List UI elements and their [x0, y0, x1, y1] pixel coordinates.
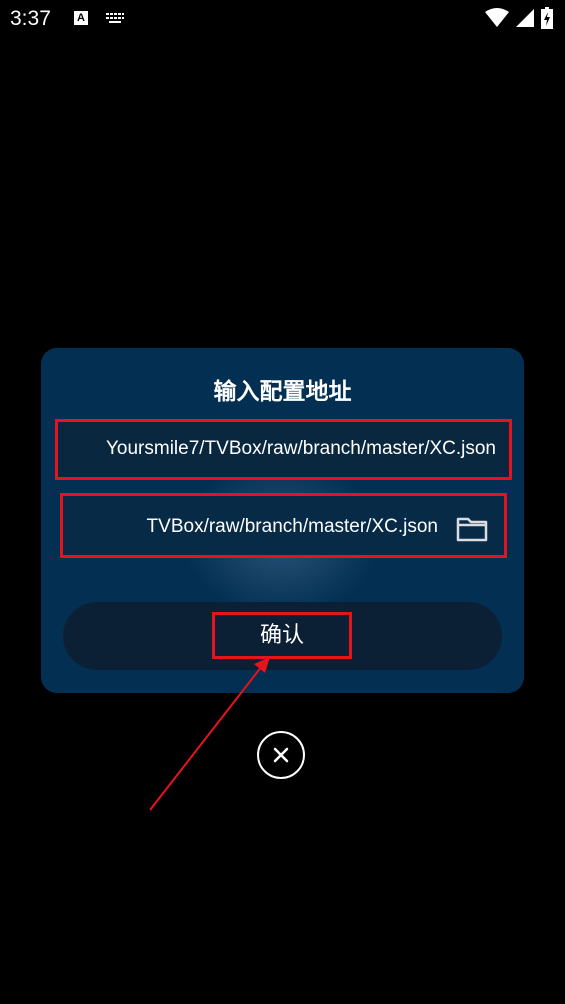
keyboard-icon [106, 13, 124, 23]
status-right-icons [485, 7, 553, 29]
wifi-icon [485, 8, 509, 27]
status-time: 3:37 [10, 7, 51, 30]
dialog-title: 输入配置地址 [213, 379, 352, 405]
config-url-value: Yoursmile7/TVBox/raw/branch/master/XC.js… [105, 438, 496, 459]
text-badge-icon: A [74, 11, 88, 25]
local-config-value: TVBox/raw/branch/master/XC.json [146, 516, 438, 537]
config-url-input[interactable]: Yoursmile7/TVBox/raw/branch/master/XC.js… [55, 419, 512, 480]
battery-charging-icon [541, 7, 553, 29]
confirm-button[interactable]: 确认 [212, 612, 352, 659]
config-dialog: 输入配置地址 Yoursmile7/TVBox/raw/branch/maste… [41, 348, 524, 693]
close-icon [273, 747, 289, 763]
screen: 3:37 A 输入配置地址 Yoursmile7/TVBox/raw/branc… [0, 0, 565, 1004]
status-bar: 3:37 A [0, 0, 565, 38]
folder-icon[interactable] [456, 516, 488, 542]
local-config-input[interactable]: TVBox/raw/branch/master/XC.json [60, 493, 507, 558]
close-button[interactable] [257, 731, 305, 779]
signal-icon [516, 9, 534, 27]
